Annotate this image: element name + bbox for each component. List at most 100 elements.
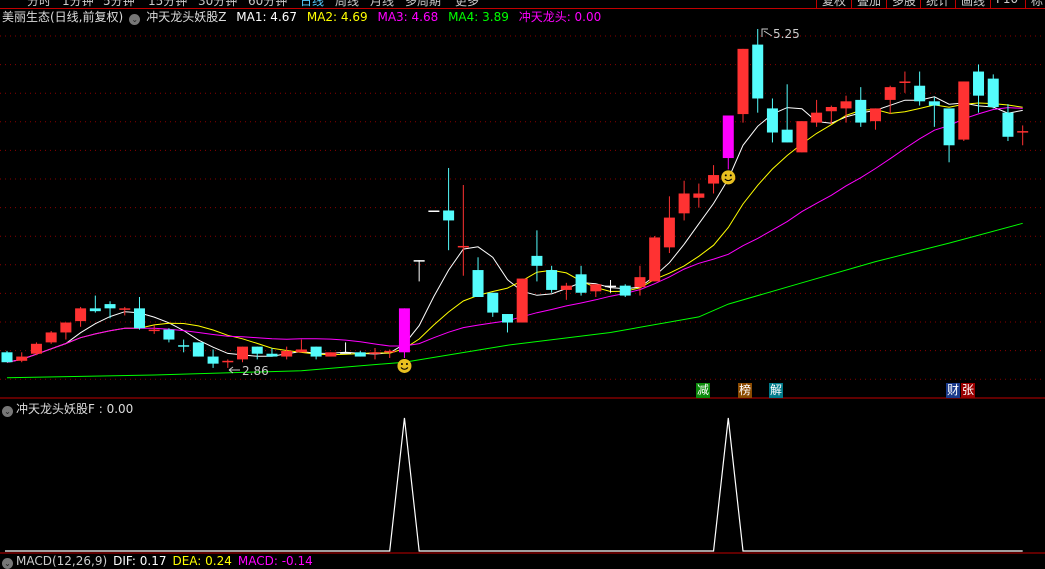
- chevron-down-icon[interactable]: ⌄: [129, 14, 141, 25]
- candle: [708, 165, 720, 194]
- chevron-down-icon[interactable]: ⌄: [2, 406, 13, 417]
- candle-body: [133, 308, 145, 329]
- candle: [45, 331, 57, 344]
- candle: [428, 210, 440, 213]
- candle-body: [605, 285, 617, 288]
- candle: [148, 325, 160, 334]
- indicator-f-line: [5, 417, 1023, 552]
- candle-body: [663, 217, 675, 248]
- lower-indicator-label[interactable]: 冲天龙头妖股F : 0.00: [16, 402, 133, 416]
- candle-body: [899, 81, 911, 83]
- event-badge-finance[interactable]: 财: [946, 383, 960, 398]
- candle-body: [678, 193, 690, 214]
- event-badge-list[interactable]: 榜: [738, 383, 752, 398]
- candle: [796, 121, 808, 153]
- candle-body: [310, 346, 322, 357]
- candle: [516, 278, 528, 323]
- candle: [472, 257, 484, 298]
- candle-body: [884, 87, 896, 100]
- ma3-value: MA3: 4.68: [377, 10, 439, 24]
- candle: [869, 108, 881, 130]
- candle: [884, 85, 896, 115]
- candle: [722, 115, 734, 170]
- candle: [163, 328, 175, 343]
- event-badge-rise[interactable]: 张: [961, 383, 975, 398]
- candle-body: [472, 270, 484, 298]
- candle-body: [487, 292, 499, 313]
- candle-body: [192, 342, 204, 357]
- candle-body: [237, 346, 249, 360]
- candle: [237, 346, 249, 363]
- candle: [281, 346, 293, 360]
- candle-body: [914, 85, 926, 102]
- macd-name[interactable]: MACD(12,26,9): [16, 554, 107, 568]
- candle-body: [649, 237, 661, 282]
- candle: [295, 339, 307, 353]
- candle-body: [737, 48, 749, 115]
- candle-body: [148, 329, 160, 332]
- candle-body: [752, 44, 764, 99]
- candle-body: [501, 314, 513, 323]
- candle-body: [855, 99, 867, 123]
- macd-dea: DEA: 0.24: [172, 554, 232, 568]
- event-badge-reduce[interactable]: 减: [696, 383, 710, 398]
- smiley-signal-icon: [397, 358, 412, 373]
- candle-body: [869, 108, 881, 122]
- candle: [560, 282, 572, 300]
- candle-body: [16, 356, 28, 361]
- candle: [501, 314, 513, 333]
- macd-value: MACD: -0.14: [237, 554, 313, 568]
- candle-body: [1, 352, 13, 363]
- candle-body: [398, 308, 410, 353]
- candle-body: [531, 255, 543, 266]
- candle: [914, 71, 926, 106]
- candle: [693, 183, 705, 208]
- candle: [89, 295, 101, 313]
- candle: [752, 29, 764, 113]
- candle: [266, 348, 278, 357]
- candle-body: [516, 278, 528, 323]
- event-badge-unlock[interactable]: 解: [769, 383, 783, 398]
- candle: [928, 97, 940, 127]
- candle: [546, 265, 558, 293]
- candle: [443, 167, 455, 251]
- candle: [133, 297, 145, 330]
- candle-body: [708, 175, 720, 184]
- indicator-name[interactable]: 冲天龙头妖股Z: [146, 10, 226, 24]
- candle: [634, 265, 646, 296]
- candle-body: [546, 270, 558, 290]
- candle: [663, 196, 675, 254]
- candle-body: [825, 106, 837, 112]
- candle-body: [281, 350, 293, 357]
- candle: [781, 84, 793, 143]
- ma4-value: MA4: 3.89: [448, 10, 509, 24]
- candle: [30, 342, 42, 356]
- chart-header: 美丽生态(日线,前复权) ⌄ 冲天龙头妖股Z MA1: 4.67 MA2: 4.69…: [2, 9, 607, 25]
- candle-body: [811, 112, 823, 123]
- candle-body: [251, 346, 263, 354]
- candle-body: [45, 332, 57, 343]
- low-price-label: 2.86: [242, 364, 269, 378]
- candle: [619, 284, 631, 298]
- candle-body: [413, 260, 425, 262]
- smiley-signal-icon: [721, 170, 736, 185]
- candle-body: [722, 115, 734, 159]
- low-marker: 2.86: [228, 364, 269, 378]
- candle-body: [590, 284, 602, 292]
- candle: [16, 352, 28, 363]
- candle-body: [766, 108, 778, 133]
- candle: [207, 349, 219, 368]
- candle: [119, 306, 131, 316]
- candle: [1017, 125, 1029, 146]
- signal-value: 冲天龙头: 0.00: [518, 10, 602, 24]
- candle: [251, 346, 263, 360]
- candle: [310, 346, 322, 360]
- chevron-down-icon[interactable]: ⌄: [2, 558, 13, 569]
- candle: [575, 265, 587, 296]
- lower-indicator-header: ⌄ 冲天龙头妖股F : 0.00: [2, 400, 133, 417]
- candle: [531, 230, 543, 282]
- kline-chart[interactable]: 5.25 2.86: [0, 0, 1045, 561]
- candle-body: [75, 308, 87, 322]
- candle-body: [928, 101, 940, 106]
- ma1-value: MA1: 4.67: [236, 10, 298, 24]
